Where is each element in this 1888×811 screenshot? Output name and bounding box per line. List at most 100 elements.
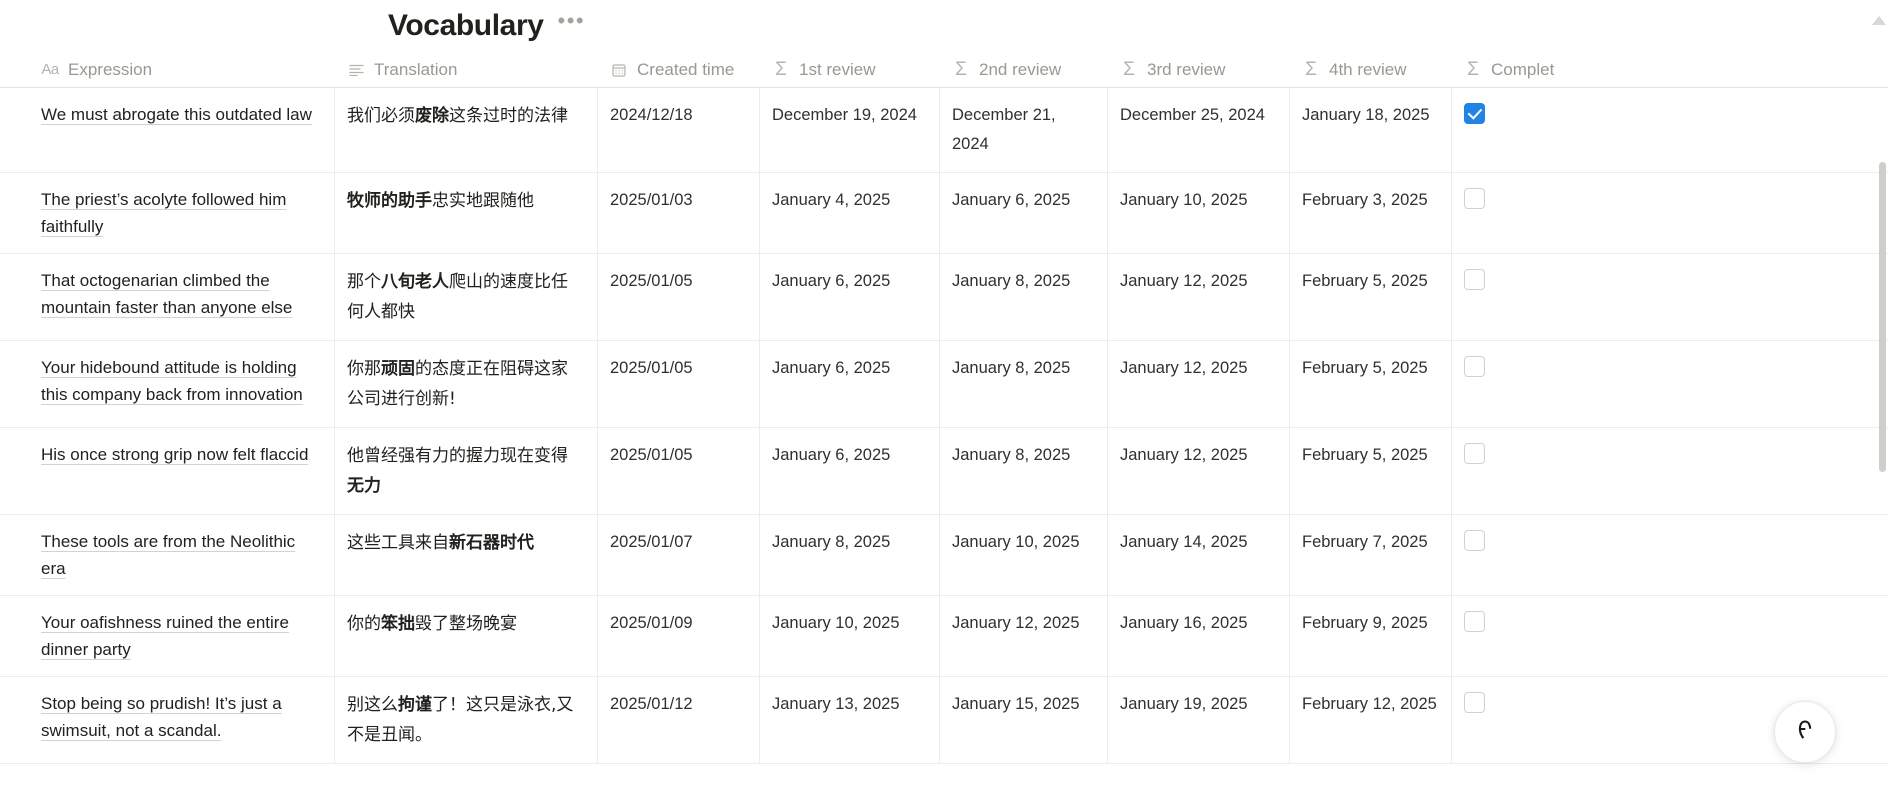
cell-created[interactable]: 2025/01/09 [598, 596, 760, 676]
cell-review3[interactable]: January 19, 2025 [1108, 677, 1290, 763]
column-header-translation[interactable]: Translation [335, 52, 598, 87]
cell-review1[interactable]: January 13, 2025 [760, 677, 940, 763]
cell-created[interactable]: 2025/01/05 [598, 428, 760, 514]
cell-expression[interactable]: These tools are from the Neolithic era [0, 515, 335, 595]
cell-review2[interactable]: January 6, 2025 [940, 173, 1108, 253]
cell-expression[interactable]: We must abrogate this outdated law [0, 88, 335, 172]
completed-checkbox[interactable] [1464, 188, 1485, 209]
cell-review2[interactable]: December 21, 2024 [940, 88, 1108, 172]
expression-text[interactable]: We must abrogate this outdated law [41, 105, 312, 124]
cell-created[interactable]: 2025/01/03 [598, 173, 760, 253]
table-row[interactable]: Your oafishness ruined the entire dinner… [0, 596, 1888, 677]
cell-review4[interactable]: February 7, 2025 [1290, 515, 1452, 595]
expression-text[interactable]: Your oafishness ruined the entire dinner… [41, 613, 289, 659]
column-header-expression[interactable]: Aa Expression [0, 52, 335, 87]
table-row[interactable]: Your hidebound attitude is holding this … [0, 341, 1888, 428]
cell-created[interactable]: 2025/01/07 [598, 515, 760, 595]
cell-completed[interactable] [1452, 596, 1888, 676]
cell-review4[interactable]: February 5, 2025 [1290, 341, 1452, 427]
table-row[interactable]: His once strong grip now felt flaccid 他曾经… [0, 428, 1888, 515]
cell-translation[interactable]: 别这么拘谨了！这只是泳衣,又不是丑闻。 [335, 677, 598, 763]
completed-checkbox[interactable] [1464, 611, 1485, 632]
table-row[interactable]: The priest’s acolyte followed him faithf… [0, 173, 1888, 254]
cell-completed[interactable] [1452, 515, 1888, 595]
cell-review1[interactable]: January 4, 2025 [760, 173, 940, 253]
cell-translation[interactable]: 你的笨拙毁了整场晚宴 [335, 596, 598, 676]
cell-review4[interactable]: February 12, 2025 [1290, 677, 1452, 763]
column-header-1st-review[interactable]: Σ 1st review [760, 52, 940, 87]
expression-text[interactable]: These tools are from the Neolithic era [41, 532, 295, 578]
cell-translation[interactable]: 我们必须废除这条过时的法律 [335, 88, 598, 172]
cell-review4[interactable]: January 18, 2025 [1290, 88, 1452, 172]
cell-completed[interactable] [1452, 428, 1888, 514]
table-row[interactable]: That octogenarian climbed the mountain f… [0, 254, 1888, 341]
column-header-3rd-review[interactable]: Σ 3rd review [1108, 52, 1290, 87]
cell-review1[interactable]: January 6, 2025 [760, 341, 940, 427]
cell-created[interactable]: 2025/01/05 [598, 341, 760, 427]
cell-review1[interactable]: January 6, 2025 [760, 254, 940, 340]
completed-checkbox[interactable] [1464, 356, 1485, 377]
table-row[interactable]: Stop being so prudish! It’s just a swims… [0, 677, 1888, 764]
cell-review2[interactable]: January 8, 2025 [940, 341, 1108, 427]
cell-completed[interactable] [1452, 341, 1888, 427]
expression-text[interactable]: Stop being so prudish! It’s just a swims… [41, 694, 282, 740]
cell-translation[interactable]: 你那顽固的态度正在阻碍这家公司进行创新! [335, 341, 598, 427]
cell-review2[interactable]: January 15, 2025 [940, 677, 1108, 763]
cell-expression[interactable]: The priest’s acolyte followed him faithf… [0, 173, 335, 253]
cell-review2[interactable]: January 12, 2025 [940, 596, 1108, 676]
cell-review2[interactable]: January 8, 2025 [940, 428, 1108, 514]
cell-review4[interactable]: February 5, 2025 [1290, 428, 1452, 514]
cell-review2[interactable]: January 8, 2025 [940, 254, 1108, 340]
cell-completed[interactable] [1452, 254, 1888, 340]
completed-checkbox[interactable] [1464, 530, 1485, 551]
cell-review3[interactable]: January 12, 2025 [1108, 341, 1290, 427]
completed-checkbox[interactable] [1464, 103, 1485, 124]
cell-expression[interactable]: Stop being so prudish! It’s just a swims… [0, 677, 335, 763]
cell-completed[interactable] [1452, 88, 1888, 172]
completed-checkbox[interactable] [1464, 692, 1485, 713]
table-row[interactable]: These tools are from the Neolithic era 这些… [0, 515, 1888, 596]
page-more-options-icon[interactable]: ••• [558, 10, 586, 38]
table-row[interactable]: We must abrogate this outdated law 我们必须废除… [0, 88, 1888, 173]
vertical-scrollbar-thumb[interactable] [1879, 162, 1886, 472]
column-header-created-time[interactable]: Created time [598, 52, 760, 87]
cell-review3[interactable]: January 12, 2025 [1108, 428, 1290, 514]
cell-created[interactable]: 2024/12/18 [598, 88, 760, 172]
completed-checkbox[interactable] [1464, 269, 1485, 290]
cell-review4[interactable]: February 5, 2025 [1290, 254, 1452, 340]
cell-expression[interactable]: That octogenarian climbed the mountain f… [0, 254, 335, 340]
column-header-2nd-review[interactable]: Σ 2nd review [940, 52, 1108, 87]
cell-translation[interactable]: 那个八旬老人爬山的速度比任何人都快 [335, 254, 598, 340]
cell-created[interactable]: 2025/01/05 [598, 254, 760, 340]
cell-review1[interactable]: December 19, 2024 [760, 88, 940, 172]
column-header-completed[interactable]: Σ Complet [1452, 52, 1888, 87]
expression-text[interactable]: The priest’s acolyte followed him faithf… [41, 190, 286, 236]
cell-review1[interactable]: January 8, 2025 [760, 515, 940, 595]
cell-review3[interactable]: January 10, 2025 [1108, 173, 1290, 253]
cell-review1[interactable]: January 6, 2025 [760, 428, 940, 514]
cell-review3[interactable]: December 25, 2024 [1108, 88, 1290, 172]
vertical-scrollbar[interactable] [1872, 0, 1888, 811]
cell-expression[interactable]: Your hidebound attitude is holding this … [0, 341, 335, 427]
cell-expression[interactable]: Your oafishness ruined the entire dinner… [0, 596, 335, 676]
cell-translation[interactable]: 这些工具来自新石器时代 [335, 515, 598, 595]
cell-completed[interactable] [1452, 173, 1888, 253]
expression-text[interactable]: His once strong grip now felt flaccid [41, 445, 308, 464]
cell-review3[interactable]: January 16, 2025 [1108, 596, 1290, 676]
column-header-4th-review[interactable]: Σ 4th review [1290, 52, 1452, 87]
cell-review4[interactable]: February 9, 2025 [1290, 596, 1452, 676]
cell-expression[interactable]: His once strong grip now felt flaccid [0, 428, 335, 514]
cell-review4[interactable]: February 3, 2025 [1290, 173, 1452, 253]
cell-review1[interactable]: January 10, 2025 [760, 596, 940, 676]
cell-translation[interactable]: 牧师的助手忠实地跟随他 [335, 173, 598, 253]
cell-review3[interactable]: January 14, 2025 [1108, 515, 1290, 595]
completed-checkbox[interactable] [1464, 443, 1485, 464]
notion-ai-button[interactable]: ᠻ [1774, 701, 1836, 763]
cell-review2[interactable]: January 10, 2025 [940, 515, 1108, 595]
cell-translation[interactable]: 他曾经强有力的握力现在变得无力 [335, 428, 598, 514]
expression-text[interactable]: Your hidebound attitude is holding this … [41, 358, 303, 404]
scroll-up-arrow-icon[interactable] [1872, 16, 1886, 25]
expression-text[interactable]: That octogenarian climbed the mountain f… [41, 271, 292, 317]
cell-created[interactable]: 2025/01/12 [598, 677, 760, 763]
cell-review3[interactable]: January 12, 2025 [1108, 254, 1290, 340]
